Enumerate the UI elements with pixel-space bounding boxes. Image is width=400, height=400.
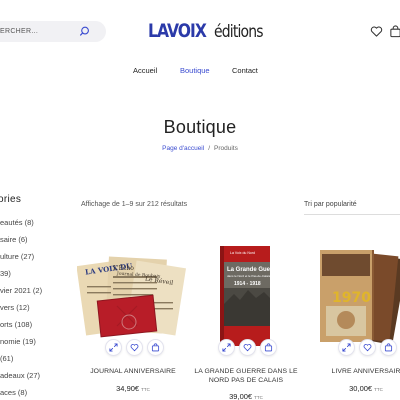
category-item[interactable]: vier 2021 (2)	[0, 286, 42, 295]
nav-item-contact[interactable]: Contact	[232, 66, 258, 75]
product-price: 39,00€ TTC	[190, 392, 302, 400]
sidebar-title: ories	[0, 194, 22, 205]
shopping-bag-icon	[264, 343, 273, 352]
logo-brand: LAVOIX	[148, 20, 207, 42]
product-actions	[97, 339, 169, 357]
product-name[interactable]: JOURNAL ANNIVERSAIRE	[77, 367, 189, 376]
main-nav: Accueil Boutique Contact	[0, 66, 400, 80]
newspaper-masthead-2: L'Écho	[113, 264, 134, 272]
heart-icon	[363, 344, 372, 352]
expand-icon	[222, 343, 231, 352]
expand-icon	[342, 343, 351, 352]
product-name[interactable]: LA GRANDE GUERRE DANS LE NORD PAS DE CALA…	[190, 367, 302, 385]
product-card[interactable]: La Voix du Nord La Grande Guerre dans le…	[190, 240, 302, 400]
page-title: Boutique	[163, 117, 237, 137]
heart-icon	[130, 344, 139, 352]
nav-item-accueil[interactable]: Accueil	[133, 66, 157, 75]
product-name-line-2: NORD PAS DE CALAIS	[208, 377, 284, 384]
category-item[interactable]: aces (8)	[0, 388, 27, 397]
price-value: 39,00€	[229, 392, 253, 400]
category-item[interactable]: vers (12)	[0, 303, 30, 312]
product-card[interactable]: LA VOIX DU L'Écho Journal de Roubaix Le …	[77, 240, 189, 400]
shopping-bag-icon	[384, 343, 393, 352]
product-price: 34,90€ TTC	[77, 384, 189, 393]
search-box[interactable]	[0, 21, 106, 42]
book-year: 1970	[332, 290, 371, 306]
wishlist-button[interactable]	[359, 339, 376, 356]
product-actions	[330, 339, 400, 357]
wishlist-button[interactable]	[239, 339, 256, 356]
product-card[interactable]: 1970 LIVRE ANNIVERSAIR 30,00€ TTC	[310, 240, 400, 400]
category-item[interactable]: ulture (27)	[0, 252, 34, 261]
heart-icon[interactable]	[370, 25, 383, 38]
sort-underline	[304, 214, 400, 215]
add-to-cart-button[interactable]	[260, 339, 277, 356]
category-item[interactable]: nomie (19)	[0, 337, 36, 346]
category-item[interactable]: (61)	[0, 354, 13, 363]
book-top-label: La Voix du Nord	[230, 251, 255, 255]
add-to-cart-button[interactable]	[380, 339, 397, 356]
product-name[interactable]: LIVRE ANNIVERSAIR	[310, 367, 400, 376]
heart-icon	[243, 344, 252, 352]
book-years: 1914 - 1918	[234, 281, 261, 287]
header: LAVOIX éditions	[0, 0, 400, 62]
product-image-grande-guerre[interactable]: La Voix du Nord La Grande Guerre dans le…	[190, 240, 302, 354]
price-tax-label: TTC	[254, 395, 263, 400]
product-actions	[210, 339, 282, 357]
quick-view-button[interactable]	[218, 339, 235, 356]
logo-subtitle: éditions	[214, 22, 264, 42]
quick-view-button[interactable]	[105, 339, 122, 356]
product-image-journal[interactable]: LA VOIX DU L'Écho Journal de Roubaix Le …	[77, 240, 189, 354]
add-to-cart-button[interactable]	[147, 339, 164, 356]
price-value: 30,00€	[349, 384, 373, 393]
price-tax-label: TTC	[141, 387, 150, 392]
shopping-bag-icon[interactable]	[389, 25, 400, 38]
category-item[interactable]: 39)	[0, 269, 11, 278]
product-price: 30,00€ TTC	[310, 384, 400, 393]
category-item[interactable]: adeaux (27)	[0, 371, 40, 380]
shopping-bag-icon	[151, 343, 160, 352]
site-logo[interactable]: LAVOIX éditions	[148, 20, 273, 46]
price-value: 34,90€	[116, 384, 140, 393]
breadcrumb-home[interactable]: Page d'accueil	[162, 145, 204, 152]
result-count: Affichage de 1–9 sur 212 résultats	[81, 201, 188, 208]
search-icon[interactable]	[78, 25, 91, 38]
breadcrumb-separator: /	[208, 145, 211, 152]
quick-view-button[interactable]	[338, 339, 355, 356]
category-item[interactable]: orts (108)	[0, 320, 32, 329]
product-image-livre-anniversaire[interactable]: 1970	[310, 240, 400, 354]
price-tax-label: TTC	[374, 387, 383, 392]
category-item[interactable]: eautés (8)	[0, 218, 34, 227]
breadcrumb-current: Produits	[214, 145, 238, 152]
search-input[interactable]	[0, 21, 85, 42]
book-title: La Grande Guerre	[227, 267, 279, 273]
expand-icon	[109, 343, 118, 352]
category-item[interactable]: saire (6)	[0, 235, 28, 244]
wishlist-button[interactable]	[126, 339, 143, 356]
product-name-line-1: LA GRANDE GUERRE DANS LE	[194, 368, 298, 375]
sort-select[interactable]: Tri par popularité	[304, 201, 357, 208]
nav-item-boutique[interactable]: Boutique	[180, 66, 210, 75]
book-subtitle: dans le Nord et le Pas-de-Calais	[227, 274, 271, 278]
breadcrumb: Page d'accueil / Produits	[0, 145, 400, 152]
